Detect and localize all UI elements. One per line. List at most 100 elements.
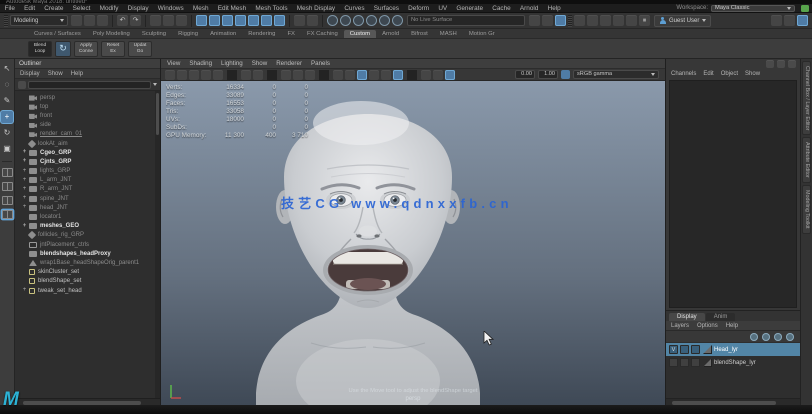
bookmark-icon[interactable] (213, 70, 223, 80)
menu-item[interactable]: Arnold (515, 5, 543, 12)
outliner-item[interactable]: + L_arm_JNT (15, 176, 160, 185)
layer-display-toggle[interactable] (691, 358, 700, 367)
expand-icon[interactable] (21, 94, 28, 101)
layer-editor-tab[interactable]: Anim (706, 313, 736, 321)
outliner-vscrollbar[interactable] (155, 91, 160, 398)
image-plane-icon[interactable] (241, 70, 251, 80)
viewport-menu-item[interactable]: Shading (189, 59, 212, 68)
layer-swatch-icon[interactable] (703, 345, 712, 354)
save-scene-icon[interactable] (97, 15, 108, 26)
new-scene-icon[interactable] (71, 15, 82, 26)
shaded-textured-icon[interactable] (357, 70, 367, 80)
outliner-item[interactable]: + lights_GRP (15, 167, 160, 176)
select-object-icon[interactable] (163, 15, 174, 26)
shelf-update-button[interactable]: Updat Go (128, 41, 152, 57)
menu-set-dropdown[interactable]: Modeling (10, 15, 68, 26)
layout-four-pane[interactable] (2, 182, 13, 191)
filter-icon[interactable] (18, 81, 26, 89)
shelf-tab[interactable]: MASH (434, 30, 463, 38)
shelf-tab[interactable]: Sculpting (136, 30, 172, 38)
camera-attrs-icon[interactable] (201, 70, 211, 80)
expand-icon[interactable]: + (21, 149, 28, 156)
menu-item[interactable]: Edit (20, 5, 40, 12)
outliner-item[interactable]: + meshes_GEO (15, 222, 160, 231)
outliner-item[interactable]: blendshapes_headProxy (15, 249, 160, 258)
menu-item[interactable]: Help (543, 5, 565, 12)
texture-view-icon[interactable] (366, 15, 377, 26)
workspace-dropdown[interactable]: Maya Classic (711, 5, 795, 12)
outliner-item[interactable]: side (15, 121, 160, 130)
divider[interactable] (145, 15, 146, 27)
menu-item[interactable]: Surfaces (369, 5, 403, 12)
xray-icon[interactable] (433, 70, 443, 80)
channel-box-toggle-icon[interactable] (797, 15, 808, 26)
layout-persp-outliner[interactable] (2, 196, 13, 205)
expand-icon[interactable] (21, 278, 28, 285)
expand-icon[interactable]: + (21, 287, 28, 294)
chevron-down-icon[interactable] (153, 83, 157, 86)
render-frame-icon[interactable] (327, 15, 338, 26)
grid-toggle-icon[interactable] (445, 70, 455, 80)
menu-item[interactable]: Create (40, 5, 68, 12)
divider[interactable] (112, 15, 113, 27)
account-menu[interactable]: Guest User (654, 15, 711, 27)
layout-three-icon[interactable] (305, 70, 315, 80)
outliner-menu-item[interactable]: Show (48, 69, 63, 78)
layout-single-pane[interactable] (2, 168, 13, 177)
divider[interactable] (227, 70, 237, 80)
menu-item[interactable]: Modify (95, 5, 123, 12)
outliner-item[interactable]: + tweak_set_head (15, 286, 160, 295)
expand-icon[interactable] (21, 112, 28, 119)
character-set-icon[interactable] (574, 15, 585, 26)
menu-item[interactable]: Mesh Tools (251, 5, 292, 12)
channel-box-menu-item[interactable]: Edit (703, 69, 713, 79)
rotate-tool[interactable]: ↻ (1, 127, 13, 139)
outliner-item[interactable]: lookAt_aim (15, 139, 160, 148)
open-render-view-icon[interactable] (307, 15, 318, 26)
channel-box-menu-item[interactable]: Object (721, 69, 738, 79)
shelf-tab[interactable]: Poly Modeling (87, 30, 136, 38)
expand-icon[interactable] (21, 250, 28, 257)
sidebar-vertical-tab[interactable]: Channel Box / Layer Editor (802, 61, 811, 135)
snap-view-icon[interactable] (248, 15, 259, 26)
outliner-item[interactable]: wrap1Base_headShapeOrig_parent1 (15, 258, 160, 267)
shelf-tab[interactable]: FX Caching (301, 30, 344, 38)
channel-box-menu-item[interactable]: Channels (671, 69, 696, 79)
camera-select-icon[interactable] (177, 70, 187, 80)
cache-playback-icon[interactable] (600, 15, 611, 26)
divider[interactable] (322, 15, 323, 27)
pan-zoom-icon[interactable] (253, 70, 263, 80)
empty-layer-icon[interactable] (774, 333, 782, 341)
outliner-item[interactable]: skinCluster_set (15, 268, 160, 277)
shelf-sync-button[interactable]: ↻ (55, 41, 71, 57)
select-tool[interactable]: ↖ (1, 63, 13, 75)
expand-icon[interactable] (21, 269, 28, 276)
menu-item[interactable]: Cache (488, 5, 516, 12)
layer-row[interactable]: V Head_lyr (666, 343, 800, 356)
shelf-tab[interactable]: Rendering (242, 30, 281, 38)
shelf-blend-loop-button[interactable]: Blend Loop (28, 41, 52, 57)
panel-toggle-single-icon[interactable] (542, 15, 553, 26)
pane-menu-icon[interactable] (165, 70, 175, 80)
layer-editor-menu-item[interactable]: Help (726, 321, 738, 330)
move-layer-down-icon[interactable] (762, 333, 770, 341)
outliner-item[interactable]: + head_JNT (15, 203, 160, 212)
menu-item[interactable]: UV (434, 5, 452, 12)
expand-icon[interactable]: + (21, 204, 28, 211)
layer-row[interactable]: blendShape_lyr (666, 356, 800, 369)
sidebar-vertical-tab[interactable]: Modeling Toolkit (802, 185, 811, 234)
pause-icon[interactable]: ⏸ (639, 15, 650, 26)
outliner-item[interactable]: top (15, 102, 160, 111)
evaluation-icon[interactable] (613, 15, 624, 26)
viewport-menu-item[interactable]: Show (252, 59, 267, 68)
outliner-item[interactable]: persp (15, 93, 160, 102)
menu-item[interactable]: Deform (404, 5, 434, 12)
layer-playback-toggle[interactable] (680, 358, 689, 367)
view-transform-dropdown[interactable]: sRGB gamma (573, 70, 659, 79)
camera-lock-icon[interactable] (189, 70, 199, 80)
menu-item[interactable]: Edit Mesh (213, 5, 251, 12)
ipr-render-icon[interactable] (340, 15, 351, 26)
shelf-tab[interactable]: Rigging (172, 30, 204, 38)
divider[interactable] (191, 15, 192, 27)
render-settings-icon[interactable] (353, 15, 364, 26)
